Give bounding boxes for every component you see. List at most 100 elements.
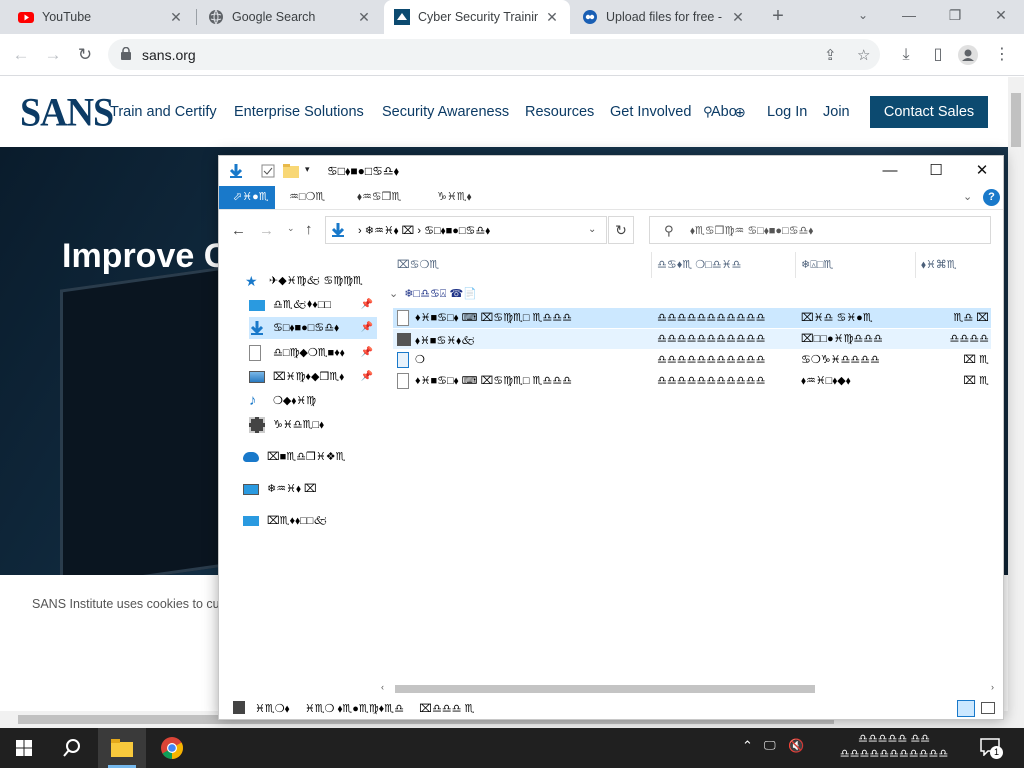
upload-icon <box>583 10 597 24</box>
scroll-right-icon[interactable]: › <box>991 682 994 692</box>
nav-this-pc[interactable]: ❄♒♓⬧ ⌧ <box>243 478 377 500</box>
large-icons-view-icon[interactable] <box>981 702 995 714</box>
column-header-size[interactable]: ⬧♓⌘♏ <box>921 258 957 272</box>
search-button[interactable] <box>48 728 96 768</box>
nav-videos[interactable]: ♑♓♎♏□⬧ <box>249 414 377 436</box>
file-row[interactable]: ⬧♓■♋♓⬧🙵 ♎♎♎♎♎♎♎♎♎♎♎ ⌧□□●♓♍♎♎♎ ♎♎♎♎ <box>393 329 991 349</box>
file-list-horizontal-scrollbar[interactable]: ‹ › <box>381 682 1001 696</box>
status-text: ♓♏❍⬧ ♓♏❍ ⬧♏●♏♍♦♏♎ ⌧♎♎♎ ♏ <box>255 702 474 716</box>
properties-icon[interactable] <box>261 164 275 178</box>
tab-home[interactable]: ♒□❍♏ <box>275 186 339 209</box>
file-size: ⌧ ♏ <box>963 375 989 387</box>
forward-button[interactable]: → <box>40 42 66 68</box>
maximize-button[interactable]: ☐ <box>913 156 959 186</box>
pictures-icon <box>249 371 265 383</box>
breadcrumb-this-pc[interactable]: ❄♒♓⬧ ⌧ <box>365 225 415 237</box>
share-icon[interactable]: ⇪ <box>824 46 837 64</box>
page-vertical-scrollbar[interactable] <box>1008 77 1024 711</box>
close-tab-icon[interactable]: ✕ <box>168 9 184 26</box>
tab-youtube[interactable]: YouTube ✕ <box>8 0 194 34</box>
breadcrumb-downloads[interactable]: ♋□⬧■●□♋♎⬧ <box>424 225 490 237</box>
nav-get-involved[interactable]: Get Involved <box>610 104 691 120</box>
show-hidden-icons-icon[interactable]: ⌃ <box>742 738 753 754</box>
window-title: ♋□⬧■●□♋♎⬧ <box>327 164 400 178</box>
up-button[interactable]: ↑ <box>305 221 313 238</box>
scrollbar-thumb[interactable] <box>395 685 815 693</box>
nav-downloads[interactable]: ♋□⬧■●□♋♎⬧ 📌 <box>249 317 377 339</box>
tab-share[interactable]: ⬧♒♋❒♏ <box>343 186 415 209</box>
tab-view[interactable]: ♑♓♏⬧ <box>423 186 486 209</box>
file-list: ⌧♋❍♏ ♎♋♦♏ ❍□♎♓♎ ❄⍓□♏ ⬧♓⌘♏ ⌄ ❄□♎♋⍓ ☎📄 ♦♓■♋… <box>389 252 1003 682</box>
language-globe-icon[interactable]: ⊕ <box>734 104 746 121</box>
scroll-left-icon[interactable]: ‹ <box>381 682 384 692</box>
refresh-button[interactable]: ↻ <box>608 216 634 244</box>
nav-enterprise-solutions[interactable]: Enterprise Solutions <box>234 104 364 120</box>
nav-resources[interactable]: Resources <box>525 104 594 120</box>
column-header-date[interactable]: ♎♋♦♏ ❍□♎♓♎ <box>657 258 741 271</box>
nav-pictures[interactable]: ⌧♓♍♦◆❒♏⬧ 📌 <box>249 366 377 388</box>
back-button[interactable]: ← <box>231 222 246 239</box>
group-header-today[interactable]: ⌄ ❄□♎♋⍓ ☎📄 <box>389 284 477 304</box>
bookmark-star-icon[interactable]: ☆ <box>857 46 870 64</box>
volume-muted-icon[interactable]: 🔇 <box>788 738 804 754</box>
network-icon[interactable]: 🖵 <box>764 738 776 753</box>
nav-security-awareness[interactable]: Security Awareness <box>382 104 509 120</box>
address-path-box[interactable]: › ❄♒♓⬧ ⌧ › ♋□⬧■●□♋♎⬧ ⌄ <box>325 216 607 244</box>
notification-center-icon[interactable]: 1 <box>980 736 1004 760</box>
nav-documents[interactable]: ♎□♍◆❍♏■♦⬧ 📌 <box>249 342 377 364</box>
tab-file[interactable]: ⬀♓●♏ <box>219 186 275 209</box>
close-button[interactable]: ✕ <box>959 156 1003 186</box>
profile-avatar[interactable] <box>958 45 978 65</box>
help-icon[interactable]: ? <box>983 189 1000 206</box>
details-view-icon[interactable] <box>957 700 975 717</box>
nav-train-certify[interactable]: Train and Certify <box>110 104 217 120</box>
nav-about[interactable]: Abo <box>711 104 737 120</box>
forward-button[interactable]: → <box>259 222 274 239</box>
tab-search-button[interactable]: ⌄ <box>840 0 886 30</box>
nav-music[interactable]: ♪ ❍◆⬧♓♍ <box>249 390 377 412</box>
nav-desktop[interactable]: ♎♏🙵⬧♦□□ 📌 <box>249 294 377 316</box>
tab-upload[interactable]: Upload files for free - ✕ <box>572 0 756 34</box>
download-icon[interactable]: ⤓ <box>896 45 916 65</box>
close-tab-icon[interactable]: ✕ <box>730 9 746 26</box>
back-button[interactable]: ← <box>8 42 34 68</box>
sans-icon <box>394 9 410 25</box>
taskbar-chrome[interactable] <box>148 728 196 768</box>
tab-sans[interactable]: Cyber Security Trainin ✕ <box>384 0 570 34</box>
recent-locations-icon[interactable]: ⌄ <box>287 223 295 234</box>
file-row[interactable]: ❍ ♎♎♎♎♎♎♎♎♎♎♎ ♋❍♑♓♎♎♎♎ ⌧ ♏ <box>393 350 991 370</box>
nav-onedrive[interactable]: ⌧■♏♎❒♓❖♏ <box>243 446 377 468</box>
file-row[interactable]: ♦♓■♋□⬧ ⌨ ⌧♋♍♏□ ♏♎♎♎ ♎♎♎♎♎♎♎♎♎♎♎ ⌧♓♎ ♋♓●♏… <box>393 308 991 328</box>
menu-kebab-icon[interactable]: ⋮ <box>992 45 1012 65</box>
join-link[interactable]: Join <box>823 104 850 120</box>
nav-quick-access[interactable]: ★ ✈◆♓♍🙵 ♋♍♍♏ <box>245 270 377 292</box>
nav-network[interactable]: ⌧♏♦⬧□□🙵 <box>243 510 377 532</box>
side-panel-icon[interactable]: ▯ <box>928 45 948 65</box>
file-name: ⬧♓■♋♓⬧🙵 <box>415 335 476 347</box>
taskbar-file-explorer[interactable] <box>98 728 146 768</box>
quick-access-dropdown-icon[interactable]: ▾ <box>305 164 310 175</box>
start-button[interactable] <box>0 728 48 768</box>
file-row[interactable]: ♦♓■♋□⬧ ⌨ ⌧♋♍♏□ ♏♎♎♎ ♎♎♎♎♎♎♎♎♎♎♎ ⬧♒♓□⬧◆⬧ … <box>393 371 991 391</box>
new-tab-button[interactable]: + <box>768 6 788 26</box>
contact-sales-button[interactable]: Contact Sales <box>870 96 988 128</box>
column-header-name[interactable]: ⌧♋❍♏ <box>397 258 439 271</box>
minimize-button[interactable]: — <box>886 0 932 30</box>
search-box[interactable]: ⚲ ⬧♏♋❒♍♒ ♋□⬧■●□♋♎⬧ <box>649 216 991 244</box>
address-dropdown-icon[interactable]: ⌄ <box>588 224 596 235</box>
site-logo[interactable]: SANS <box>20 90 114 136</box>
expand-ribbon-icon[interactable]: ⌄ <box>963 190 972 203</box>
restore-button[interactable]: ❐ <box>932 0 978 30</box>
address-bar[interactable]: sans.org ⇪ ☆ <box>108 39 880 70</box>
close-tab-icon[interactable]: ✕ <box>544 9 560 26</box>
reload-button[interactable]: ↻ <box>72 42 98 68</box>
new-folder-icon[interactable] <box>283 164 299 178</box>
minimize-button[interactable]: — <box>867 156 913 186</box>
tab-google-search[interactable]: Google Search ✕ <box>198 0 382 34</box>
system-clock[interactable]: ♎♎♎♎♎ ♎♎ ♎♎♎♎♎♎♎♎♎♎♎ <box>820 732 968 762</box>
close-tab-icon[interactable]: ✕ <box>356 9 372 26</box>
downloads-arrow-icon <box>229 164 243 178</box>
close-button[interactable]: ✕ <box>978 0 1024 30</box>
column-header-type[interactable]: ❄⍓□♏ <box>801 258 833 272</box>
login-link[interactable]: Log In <box>767 104 807 120</box>
